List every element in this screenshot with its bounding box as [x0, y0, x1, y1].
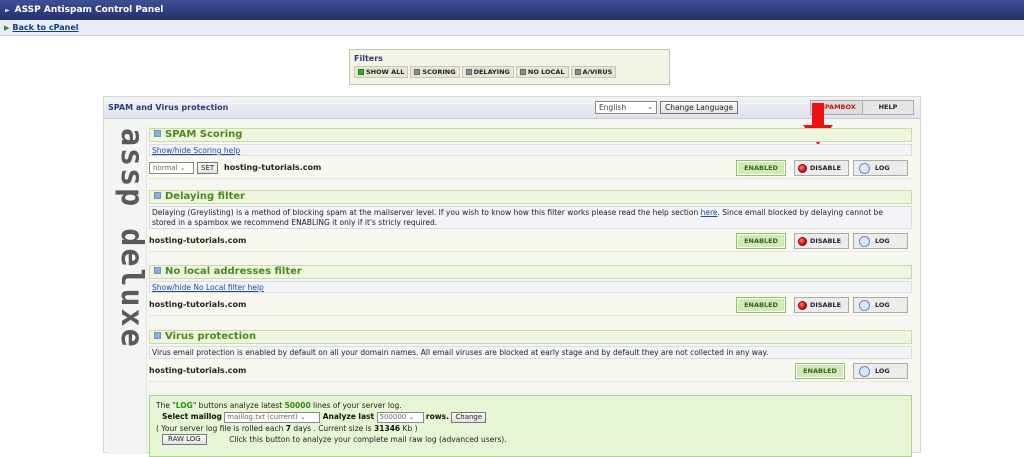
- back-bar: ▶ Back to cPanel: [0, 20, 1024, 36]
- square-icon: [154, 191, 161, 199]
- square-icon: [358, 69, 364, 75]
- play-arrow-icon: ▶: [4, 24, 10, 32]
- chevron-down-icon: ⌄: [647, 103, 653, 111]
- rows-select[interactable]: 500000 ⌄: [376, 411, 424, 423]
- brand-strip: assp deluxe: [107, 126, 149, 454]
- rawlog-row: RAW LOG Click this button to analyze you…: [156, 434, 905, 445]
- raw-log-button[interactable]: RAW LOG: [162, 434, 207, 445]
- raw-log-description: Click this button to analyze your comple…: [229, 434, 507, 444]
- language-select[interactable]: English ⌄: [595, 101, 657, 114]
- nolocal-domain: hosting-tutorials.com: [149, 300, 247, 309]
- chevron-down-icon: ⌄: [408, 412, 415, 421]
- square-icon: [574, 69, 581, 75]
- delaying-status-badge: ENABLED: [736, 233, 786, 249]
- delaying-domain: hosting-tutorials.com: [149, 236, 247, 245]
- red-dot-icon: [798, 301, 807, 310]
- section-spam-scoring-header: SPAM Scoring: [149, 128, 912, 142]
- delaying-domain-row: hosting-tutorials.com ENABLED DISABLE LO…: [149, 230, 912, 252]
- section-no-local-header: No local addresses filter: [149, 265, 912, 279]
- virus-description: Virus email protection is enabled by def…: [149, 346, 912, 359]
- protection-panel: SPAM and Virus protection English ⌄ Chang…: [103, 96, 921, 457]
- scoring-disable-button[interactable]: DISABLE: [794, 160, 849, 176]
- log-size-line: ( Your server log file is rolled each 7 …: [156, 423, 418, 433]
- scoring-help-link[interactable]: Show/hide Scoring help: [152, 146, 240, 155]
- filter-scoring-button[interactable]: SCORING: [410, 66, 460, 78]
- nolocal-disable-button[interactable]: DISABLE: [794, 297, 849, 313]
- scoring-level-select[interactable]: normal ⌄: [149, 162, 194, 174]
- scoring-help-row: Show/hide Scoring help: [149, 144, 912, 156]
- magnifier-icon: [859, 236, 870, 247]
- back-to-cpanel-link[interactable]: Back to cPanel: [12, 23, 78, 32]
- nolocal-domain-row: hosting-tutorials.com ENABLED DISABLE LO…: [149, 294, 912, 316]
- square-icon: [414, 69, 421, 75]
- app-title: ASSP Antispam Control Panel: [14, 5, 164, 15]
- log-info-box: The "LOG" buttons analyze latest 50000 l…: [149, 395, 912, 457]
- red-dot-icon: [798, 164, 807, 173]
- maillog-select[interactable]: maillog.txt (current) ⌄: [224, 411, 321, 423]
- magnifier-icon: [859, 163, 870, 174]
- scoring-set-button[interactable]: SET: [197, 162, 219, 174]
- chevron-down-icon: ⌄: [300, 412, 306, 421]
- maillog-controls: Select maillog maillog.txt (current) ⌄ A…: [156, 411, 905, 423]
- assp-deluxe-logo: assp deluxe: [114, 128, 149, 349]
- red-dot-icon: [798, 237, 807, 246]
- change-language-button[interactable]: Change Language: [660, 101, 739, 114]
- filter-delaying-button[interactable]: DELAYING: [461, 66, 514, 78]
- scoring-domain-row: normal ⌄ SET hosting-tutorials.com ENABL…: [149, 157, 912, 179]
- square-icon: [465, 69, 472, 75]
- square-icon: [519, 69, 526, 75]
- panel-header: SPAM and Virus protection English ⌄ Chang…: [104, 97, 920, 119]
- panel-title: SPAM and Virus protection: [108, 103, 229, 112]
- scoring-status-badge: ENABLED: [736, 160, 786, 176]
- nolocal-help-link[interactable]: Show/hide No Local filter help: [152, 283, 264, 292]
- virus-status-badge: ENABLED: [795, 363, 845, 379]
- change-rows-button[interactable]: Change: [451, 411, 487, 423]
- nolocal-help-row: Show/hide No Local filter help: [149, 281, 912, 293]
- help-button[interactable]: HELP: [862, 100, 914, 115]
- magnifier-icon: [859, 300, 870, 311]
- scoring-domain: hosting-tutorials.com: [224, 163, 322, 172]
- filter-avirus-button[interactable]: A/VIRUS: [570, 66, 617, 78]
- title-bar: ► ASSP Antispam Control Panel: [0, 0, 1024, 20]
- virus-log-button[interactable]: LOG: [853, 363, 908, 379]
- filter-show-all-button[interactable]: SHOW ALL: [354, 66, 409, 78]
- delaying-help-here-link[interactable]: here: [701, 208, 718, 217]
- magnifier-icon: [859, 366, 870, 377]
- filters-title: Filters: [354, 54, 383, 63]
- chevron-down-icon: ⌄: [179, 164, 186, 172]
- delaying-log-button[interactable]: LOG: [853, 233, 908, 249]
- title-triangle-icon: ►: [5, 7, 10, 14]
- virus-domain: hosting-tutorials.com: [149, 366, 247, 375]
- delaying-disable-button[interactable]: DISABLE: [794, 233, 849, 249]
- section-delaying-header: Delaying filter: [149, 190, 912, 204]
- square-icon: [154, 129, 161, 137]
- filters-box: Filters SHOW ALL SCORING DELAYING NO LOC…: [349, 49, 670, 85]
- nolocal-status-badge: ENABLED: [736, 297, 786, 313]
- section-virus-header: Virus protection: [149, 330, 912, 344]
- nolocal-log-button[interactable]: LOG: [853, 297, 908, 313]
- scoring-log-button[interactable]: LOG: [853, 160, 908, 176]
- log-info-line: The "LOG" buttons analyze latest 50000 l…: [156, 401, 402, 410]
- virus-domain-row: hosting-tutorials.com ENABLED LOG: [149, 360, 912, 382]
- square-icon: [154, 331, 161, 339]
- filter-no-local-button[interactable]: NO LOCAL: [515, 66, 569, 78]
- delaying-description: Delaying (Greylisting) is a method of bl…: [149, 206, 912, 229]
- square-icon: [154, 266, 161, 274]
